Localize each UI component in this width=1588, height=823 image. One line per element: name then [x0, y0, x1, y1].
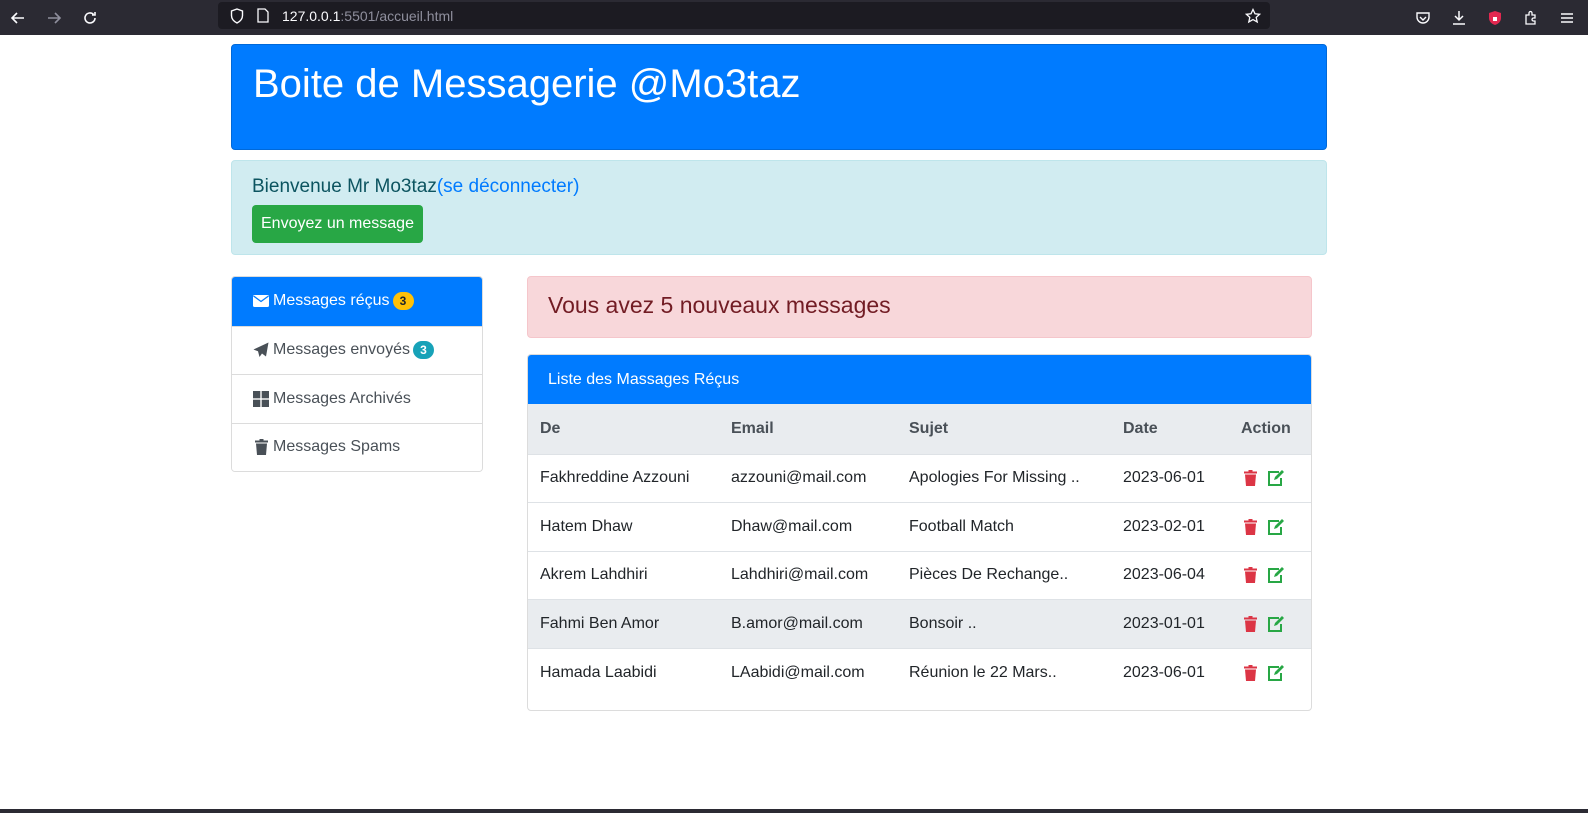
table-row[interactable]: Akrem Lahdhiri Lahdhiri@mail.com Pièces … [528, 550, 1311, 600]
column-header-date: Date [1111, 404, 1229, 455]
new-messages-alert: Vous avez 5 nouveaux messages [527, 276, 1312, 338]
cell-date: 2023-06-01 [1111, 647, 1229, 697]
cell-actions [1229, 647, 1311, 697]
edit-icon[interactable] [1267, 518, 1285, 536]
cell-from: Hamada Laabidi [528, 647, 719, 697]
cell-date: 2023-06-01 [1111, 453, 1229, 503]
cell-actions [1229, 453, 1311, 503]
sidebar-item-label: Messages Archivés [273, 389, 411, 407]
delete-trash-icon[interactable] [1241, 518, 1259, 536]
cell-date: 2023-02-01 [1111, 502, 1229, 551]
table-row[interactable]: Hatem Dhaw Dhaw@mail.com Football Match … [528, 502, 1311, 551]
window-bottom-edge [0, 809, 1588, 813]
sidebar-item-label: Messages réçus [273, 292, 390, 310]
envelope-icon [252, 293, 270, 309]
cell-subject: Bonsoir .. [897, 599, 1111, 648]
cell-from: Hatem Dhaw [528, 502, 719, 551]
table-row[interactable]: Hamada Laabidi LAabidi@mail.com Réunion … [528, 647, 1311, 697]
header-banner: Boite de Messagerie @Mo3taz [231, 44, 1327, 150]
column-header-subject: Sujet [897, 404, 1111, 455]
table-row[interactable]: Fahmi Ben Amor B.amor@mail.com Bonsoir .… [528, 599, 1311, 648]
inbox-card: Liste des Massages Réçus De Email Sujet … [527, 354, 1312, 711]
delete-trash-icon[interactable] [1241, 664, 1259, 682]
cell-from: Akrem Lahdhiri [528, 550, 719, 600]
browser-tools [1408, 0, 1582, 35]
extensions-icon[interactable] [1516, 3, 1546, 33]
cell-actions [1229, 502, 1311, 551]
cell-email: Lahdhiri@mail.com [719, 550, 897, 600]
grid-icon [252, 390, 270, 407]
sidebar-item-label: Messages Spams [273, 438, 401, 456]
menu-icon[interactable] [1552, 3, 1582, 33]
download-icon[interactable] [1444, 3, 1474, 33]
reload-icon[interactable] [72, 0, 108, 35]
cell-email: LAabidi@mail.com [719, 647, 897, 697]
sidebar-item-archived[interactable]: Messages Archivés [232, 374, 482, 423]
table-header-row: De Email Sujet Date Action [528, 404, 1311, 455]
edit-icon[interactable] [1267, 566, 1285, 584]
welcome-line: Bienvenue Mr Mo3taz(se déconnecter) [252, 176, 579, 198]
cell-date: 2023-01-01 [1111, 599, 1229, 648]
forward-icon[interactable] [36, 0, 72, 35]
cell-from: Fahmi Ben Amor [528, 599, 719, 648]
url-text[interactable]: 127.0.0.1:5501/accueil.html [282, 8, 453, 24]
inbox-title: Liste des Massages Réçus [528, 355, 1311, 404]
sidebar-item-spams[interactable]: Messages Spams [232, 422, 482, 471]
shield-icon[interactable] [226, 6, 248, 26]
page-title: Boite de Messagerie @Mo3taz [253, 62, 801, 106]
delete-trash-icon[interactable] [1241, 615, 1259, 633]
cell-email: Dhaw@mail.com [719, 502, 897, 551]
column-header-from: De [528, 404, 719, 455]
cell-subject: Football Match [897, 502, 1111, 551]
page-icon [252, 6, 274, 26]
trash-icon [252, 439, 270, 456]
edit-icon[interactable] [1267, 664, 1285, 682]
extension-shield-icon[interactable] [1480, 3, 1510, 33]
column-header-action: Action [1229, 404, 1311, 455]
send-message-button[interactable]: Envoyez un message [252, 205, 423, 243]
cell-from: Fakhreddine Azzouni [528, 453, 719, 503]
bookmark-star-icon[interactable] [1242, 5, 1264, 27]
cell-subject: Pièces De Rechange.. [897, 550, 1111, 600]
cell-subject: Réunion le 22 Mars.. [897, 647, 1111, 697]
back-icon[interactable] [0, 0, 36, 35]
sidebar-item-label: Messages envoyés [273, 341, 410, 359]
cell-date: 2023-06-04 [1111, 550, 1229, 600]
address-bar[interactable]: 127.0.0.1:5501/accueil.html [218, 2, 1270, 29]
cell-actions [1229, 550, 1311, 600]
edit-icon[interactable] [1267, 615, 1285, 633]
table-row[interactable]: Fakhreddine Azzouni azzouni@mail.com Apo… [528, 453, 1311, 503]
cell-email: azzouni@mail.com [719, 453, 897, 503]
sidebar: Messages réçus 3 Messages envoyés 3 Mess… [231, 276, 483, 472]
welcome-panel: Bienvenue Mr Mo3taz(se déconnecter) Envo… [231, 160, 1327, 255]
edit-icon[interactable] [1267, 469, 1285, 487]
sidebar-item-received[interactable]: Messages réçus 3 [232, 277, 482, 326]
sidebar-item-sent[interactable]: Messages envoyés 3 [232, 325, 482, 374]
alert-text: Vous avez 5 nouveaux messages [548, 292, 891, 318]
browser-toolbar: 127.0.0.1:5501/accueil.html [0, 0, 1588, 35]
logout-link[interactable]: (se déconnecter) [437, 176, 580, 197]
paper-plane-icon [252, 342, 270, 358]
cell-subject: Apologies For Missing .. [897, 453, 1111, 503]
delete-trash-icon[interactable] [1241, 566, 1259, 584]
messages-table: De Email Sujet Date Action Fakhreddine A… [528, 404, 1311, 697]
pocket-icon[interactable] [1408, 3, 1438, 33]
cell-actions [1229, 599, 1311, 648]
sent-count-badge: 3 [412, 341, 434, 360]
column-header-email: Email [719, 404, 897, 455]
greeting-text: Bienvenue Mr Mo3taz [252, 176, 437, 197]
cell-email: B.amor@mail.com [719, 599, 897, 648]
delete-trash-icon[interactable] [1241, 469, 1259, 487]
unread-count-badge: 3 [392, 292, 414, 311]
